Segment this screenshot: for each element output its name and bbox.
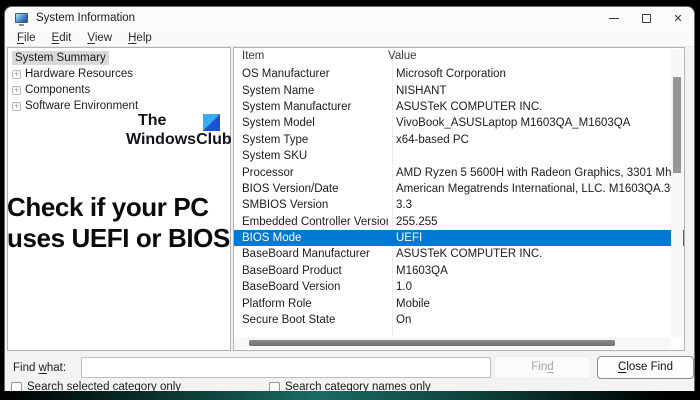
table-row-system-type[interactable]: System Type x64-based PC bbox=[234, 132, 684, 148]
item-cell: System Name bbox=[242, 84, 315, 97]
horizontal-scrollbar[interactable] bbox=[235, 337, 671, 349]
table-row-system-name[interactable]: System Name NISHANT bbox=[234, 82, 684, 98]
value-cell: UEFI bbox=[396, 232, 423, 245]
find-button[interactable]: Find bbox=[494, 356, 591, 379]
table-row-baseboard-version[interactable]: BaseBoard Version 1.0 bbox=[234, 279, 684, 295]
table-row-embedded-controller-version[interactable]: Embedded Controller Version 255.255 bbox=[234, 214, 684, 230]
table-row-system-manufacturer[interactable]: System Manufacturer ASUSTeK COMPUTER INC. bbox=[234, 99, 684, 115]
table-row-bios-version-date[interactable]: BIOS Version/Date American Megatrends Int… bbox=[234, 181, 684, 197]
table-row-baseboard-product[interactable]: BaseBoard Product M1603QA bbox=[234, 263, 684, 279]
item-cell: BaseBoard Version bbox=[242, 281, 341, 294]
tree-item-label: Hardware Resources bbox=[25, 68, 134, 80]
value-cell: VivoBook_ASUSLaptop M1603QA_M1603QA bbox=[396, 117, 631, 130]
value-cell: 255.255 bbox=[396, 215, 438, 228]
window-title: System Information bbox=[36, 12, 136, 24]
system-information-window: System Information ✕ File Edit View Help Sy… bbox=[4, 6, 695, 391]
item-cell: System Manufacturer bbox=[242, 100, 352, 113]
checkbox-icon[interactable] bbox=[269, 381, 280, 391]
close-button[interactable]: ✕ bbox=[662, 7, 694, 29]
item-cell: System Model bbox=[242, 117, 315, 130]
table-row-os-manufacturer[interactable]: OS Manufacturer Microsoft Corporation bbox=[234, 66, 684, 82]
item-cell: Embedded Controller Version bbox=[242, 215, 388, 228]
menubar: File Edit View Help bbox=[5, 29, 694, 47]
list-header: Item Value bbox=[234, 50, 671, 66]
table-row-platform-role[interactable]: Platform Role Mobile bbox=[234, 295, 684, 311]
tree-item-label: Software Environment bbox=[25, 100, 139, 112]
value-cell: ASUSTeK COMPUTER INC. bbox=[396, 248, 543, 261]
checkbox-search-selected-category-only[interactable]: Search selected category only bbox=[11, 381, 181, 391]
tree-item-software-environment[interactable]: + Software Environment bbox=[8, 98, 230, 114]
window-titlebar: System Information ✕ bbox=[5, 7, 694, 29]
value-cell: NISHANT bbox=[396, 84, 447, 97]
close-icon: ✕ bbox=[673, 12, 683, 25]
close-find-button[interactable]: Close Find bbox=[597, 356, 694, 379]
menu-item-edit[interactable]: Edit bbox=[44, 31, 80, 45]
tree-item-system-summary[interactable]: System Summary bbox=[8, 50, 230, 66]
find-what-label: Find what: bbox=[13, 362, 67, 374]
category-tree-panel: System Summary + Hardware Resources + Compon… bbox=[7, 47, 231, 351]
minimize-icon bbox=[609, 17, 619, 19]
value-cell: American Megatrends International, LLC. … bbox=[396, 182, 671, 195]
expand-plus-icon[interactable]: + bbox=[12, 101, 21, 111]
value-cell: 3.3 bbox=[396, 199, 412, 212]
checkbox-label: Search category names only bbox=[285, 381, 431, 391]
value-cell: Mobile bbox=[396, 297, 430, 310]
column-header-item[interactable]: Item bbox=[234, 50, 388, 66]
value-cell: ASUSTeK COMPUTER INC. bbox=[396, 100, 543, 113]
checkbox-label: Search selected category only bbox=[27, 381, 182, 391]
search-options-row: Search selected category only Search cate… bbox=[5, 381, 694, 391]
item-cell: Platform Role bbox=[242, 297, 312, 310]
item-cell: System SKU bbox=[242, 150, 308, 163]
table-row-system-model[interactable]: System Model VivoBook_ASUSLaptop M1603QA_… bbox=[234, 115, 684, 131]
system-information-app-icon bbox=[15, 13, 28, 26]
value-cell: 1.0 bbox=[396, 281, 412, 294]
minimize-button[interactable] bbox=[598, 7, 630, 29]
tree-item-label: System Summary bbox=[12, 51, 109, 65]
item-cell: OS Manufacturer bbox=[242, 68, 330, 81]
menu-item-file[interactable]: File bbox=[9, 31, 44, 45]
tree-item-hardware-resources[interactable]: + Hardware Resources bbox=[8, 66, 230, 82]
item-cell: System Type bbox=[242, 133, 309, 146]
column-header-value[interactable]: Value bbox=[388, 50, 417, 66]
item-cell: BIOS Version/Date bbox=[242, 182, 339, 195]
item-cell: Processor bbox=[242, 166, 294, 179]
list-rows: OS Manufacturer Microsoft Corporation Syst… bbox=[234, 66, 684, 328]
detail-list-panel: Item Value OS Manufacturer Microsoft Corp… bbox=[233, 47, 685, 351]
maximize-button[interactable] bbox=[630, 7, 662, 29]
vertical-scrollbar[interactable] bbox=[671, 49, 683, 337]
item-cell: BIOS Mode bbox=[242, 232, 302, 245]
value-cell: x64-based PC bbox=[396, 133, 469, 146]
value-cell: On bbox=[396, 314, 412, 327]
expand-plus-icon[interactable]: + bbox=[12, 85, 21, 95]
menu-item-view[interactable]: View bbox=[79, 31, 120, 45]
table-row-system-sku[interactable]: System SKU bbox=[234, 148, 684, 164]
tree-item-label: Components bbox=[25, 84, 91, 96]
find-input[interactable] bbox=[81, 357, 491, 378]
table-row-bios-mode[interactable]: BIOS Mode UEFI bbox=[234, 229, 684, 247]
vertical-scrollbar-thumb[interactable] bbox=[673, 77, 681, 173]
item-cell: Secure Boot State bbox=[242, 314, 336, 327]
table-row-secure-boot-state[interactable]: Secure Boot State On bbox=[234, 312, 684, 328]
maximize-icon bbox=[641, 13, 651, 23]
expand-plus-icon[interactable]: + bbox=[12, 69, 21, 79]
window-controls: ✕ bbox=[598, 7, 694, 29]
table-row-smbios-version[interactable]: SMBIOS Version 3.3 bbox=[234, 197, 684, 213]
item-cell: BaseBoard Manufacturer bbox=[242, 248, 370, 261]
value-cell: Microsoft Corporation bbox=[396, 68, 506, 81]
value-cell: AMD Ryzen 5 5600H with Radeon Graphics, … bbox=[396, 166, 671, 179]
menu-item-help[interactable]: Help bbox=[120, 31, 160, 45]
checkbox-icon[interactable] bbox=[11, 381, 22, 391]
tree-item-components[interactable]: + Components bbox=[8, 82, 230, 98]
horizontal-scrollbar-thumb[interactable] bbox=[249, 340, 615, 346]
table-row-baseboard-manufacturer[interactable]: BaseBoard Manufacturer ASUSTeK COMPUTER I… bbox=[234, 246, 684, 262]
checkbox-search-category-names-only[interactable]: Search category names only bbox=[269, 381, 431, 391]
table-row-processor[interactable]: Processor AMD Ryzen 5 5600H with Radeon G… bbox=[234, 164, 684, 180]
item-cell: SMBIOS Version bbox=[242, 199, 329, 212]
find-bar: Find what: Find Close Find bbox=[5, 355, 694, 381]
item-cell: BaseBoard Product bbox=[242, 264, 342, 277]
value-cell: M1603QA bbox=[396, 264, 448, 277]
